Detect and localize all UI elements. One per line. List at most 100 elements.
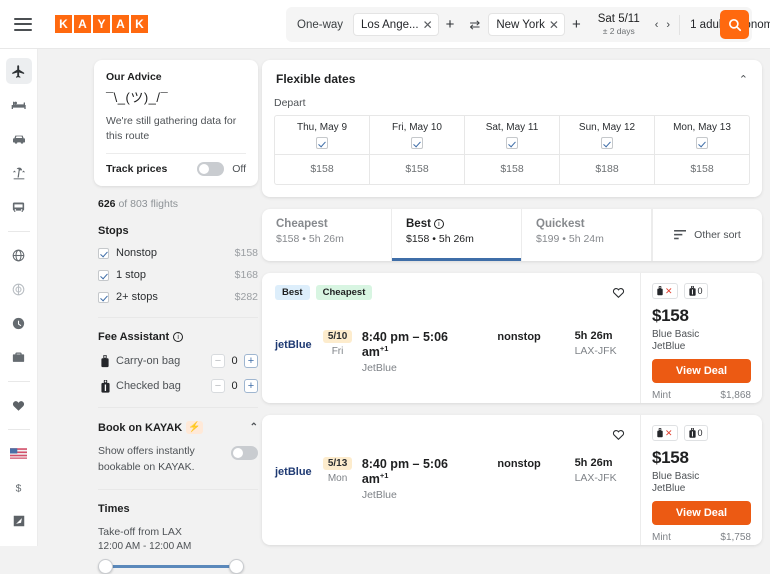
sidebar-item-buses[interactable] xyxy=(6,194,32,220)
sidebar-item-packages[interactable] xyxy=(6,160,32,186)
next-date-icon[interactable]: › xyxy=(666,19,670,31)
flight-stops-value: nonstop xyxy=(497,331,574,343)
flight-result-card[interactable]: Best Cheapest jetBlue 5/10 Fri 8:40 pm –… xyxy=(262,273,762,403)
info-icon[interactable]: i xyxy=(173,332,183,342)
sidebar-item-business[interactable] xyxy=(6,344,32,370)
flex-date-column[interactable]: Sat, May 11 $158 xyxy=(465,116,560,184)
checked-bag-increment-button[interactable]: + xyxy=(244,379,258,393)
carry-on-increment-button[interactable]: + xyxy=(244,354,258,368)
bag-badges: ✕ 0 xyxy=(652,425,751,441)
destination-field[interactable]: New York ✕ xyxy=(488,13,565,36)
clear-origin-icon[interactable]: ✕ xyxy=(423,19,433,31)
sidebar-item-flights[interactable] xyxy=(6,58,32,84)
our-advice-card: Our Advice ¯\_(ツ)_/¯ We're still gatheri… xyxy=(94,60,258,186)
badge-cheapest: Cheapest xyxy=(316,285,373,300)
view-deal-button[interactable]: View Deal xyxy=(652,501,751,525)
logo-letter: K xyxy=(55,15,72,33)
flex-date-column[interactable]: Fri, May 10 $158 xyxy=(370,116,465,184)
flex-date-checkbox[interactable] xyxy=(506,137,518,149)
flex-date-checkbox[interactable] xyxy=(601,137,613,149)
takeoff-time-slider[interactable] xyxy=(98,558,244,574)
tab-quickest[interactable]: Quickest $199 • 5h 24m xyxy=(522,209,652,261)
tab-cheapest[interactable]: Cheapest $158 • 5h 26m xyxy=(262,209,392,261)
flex-date-checkbox[interactable] xyxy=(696,137,708,149)
other-sort-button[interactable]: Other sort xyxy=(652,209,762,261)
upsell-row[interactable]: Mint $1,758 xyxy=(652,532,751,543)
flex-date-checkbox[interactable] xyxy=(411,137,423,149)
airline-logo: jetBlue xyxy=(275,457,315,478)
bus-icon xyxy=(11,200,26,215)
flex-date-price[interactable]: $158 xyxy=(465,155,559,184)
fee-assistant-label: Fee Assistant xyxy=(98,331,169,343)
sidebar-item-explore[interactable] xyxy=(6,242,32,268)
flex-date-column[interactable]: Thu, May 9 $158 xyxy=(275,116,370,184)
sort-lines-icon xyxy=(674,230,687,241)
carry-on-bag-row: Carry-on bag − 0 + xyxy=(98,354,258,368)
kayak-logo[interactable]: K A Y A K xyxy=(55,15,148,33)
flex-date-price[interactable]: $158 xyxy=(370,155,464,184)
stops-option-nonstop[interactable]: Nonstop $158 xyxy=(98,247,258,259)
sidebar-item-cars[interactable] xyxy=(6,126,32,152)
sort-tab-sub: $199 • 5h 24m xyxy=(536,233,651,245)
checked-bag-row: Checked bag − 0 + xyxy=(98,379,258,393)
flight-result-card[interactable]: jetBlue 5/13 Mon 8:40 pm – 5:06 am+1 Jet… xyxy=(262,415,762,545)
depart-label: Depart xyxy=(274,97,750,109)
date-field[interactable]: Sat 5/11 ± 2 days xyxy=(588,12,646,37)
book-on-kayak-row: Show offers instantly bookable on KAYAK. xyxy=(98,434,258,474)
origin-field[interactable]: Los Ange... ✕ xyxy=(353,13,439,36)
stops-option-2plus[interactable]: 2+ stops $282 xyxy=(98,291,258,303)
collapse-chevron-icon[interactable]: ⌃ xyxy=(250,422,258,433)
checked-bag-decrement-button[interactable]: − xyxy=(211,379,225,393)
search-button[interactable] xyxy=(720,10,749,39)
carry-on-decrement-button[interactable]: − xyxy=(211,354,225,368)
flex-date-price[interactable]: $158 xyxy=(655,155,749,184)
flight-price: $158 xyxy=(652,448,751,468)
save-flight-heart-icon[interactable] xyxy=(611,285,626,304)
stops-option-1stop[interactable]: 1 stop $168 xyxy=(98,269,258,281)
book-on-kayak-group: Book on KAYAK ⚡ ⌃ Show offers instantly … xyxy=(94,421,258,489)
checkbox-nonstop[interactable] xyxy=(98,248,109,259)
globe-icon xyxy=(11,248,26,263)
tab-best[interactable]: Best i $158 • 5h 26m xyxy=(392,209,522,261)
feedback-icon xyxy=(12,514,26,528)
add-destination-button[interactable]: + xyxy=(565,17,588,32)
checkbox-2-plus-stops[interactable] xyxy=(98,292,109,303)
sidebar-item-currency[interactable]: $ xyxy=(6,474,32,500)
add-origin-button[interactable]: + xyxy=(439,17,462,32)
flex-date-name: Mon, May 13 xyxy=(655,122,749,133)
logo-letter: A xyxy=(74,15,91,33)
checked-bag-badge: 0 xyxy=(684,283,708,299)
flex-date-price[interactable]: $188 xyxy=(560,155,654,184)
flex-date-column[interactable]: Mon, May 13 $158 xyxy=(655,116,749,184)
checked-bag-stepper: − 0 + xyxy=(211,379,258,393)
trip-type-selector[interactable]: One-way xyxy=(286,19,353,31)
upsell-row[interactable]: Mint $1,868 xyxy=(652,390,751,401)
flexible-dates-collapse-icon[interactable]: ⌃ xyxy=(739,73,748,86)
flex-date-checkbox[interactable] xyxy=(316,137,328,149)
main-content: Flexible dates ⌃ Depart Thu, May 9 $158 … xyxy=(262,60,762,545)
stops-price: $168 xyxy=(235,269,258,281)
book-on-kayak-label: Book on KAYAK xyxy=(98,422,182,434)
slider-handle-max[interactable] xyxy=(229,559,244,574)
save-flight-heart-icon[interactable] xyxy=(611,427,626,446)
slider-handle-min[interactable] xyxy=(98,559,113,574)
times-title: Times xyxy=(98,503,258,515)
hamburger-menu-icon[interactable] xyxy=(14,18,32,31)
checkbox-1-stop[interactable] xyxy=(98,270,109,281)
sidebar-item-favorites[interactable] xyxy=(6,392,32,418)
view-deal-button[interactable]: View Deal xyxy=(652,359,751,383)
prev-date-icon[interactable]: ‹ xyxy=(655,19,659,31)
sidebar-item-feedback[interactable] xyxy=(6,508,32,534)
flex-date-price[interactable]: $158 xyxy=(275,155,369,184)
sidebar-item-history[interactable] xyxy=(6,310,32,336)
sidebar-item-discover[interactable] xyxy=(6,276,32,302)
flex-date-column[interactable]: Sun, May 12 $188 xyxy=(560,116,655,184)
flight-time-range-wrap: 8:40 pm – 5:06 am+1 xyxy=(362,330,460,359)
clear-destination-icon[interactable]: ✕ xyxy=(549,19,559,31)
sidebar-item-stays[interactable] xyxy=(6,92,32,118)
sidebar-item-region[interactable] xyxy=(6,440,32,466)
track-prices-toggle[interactable] xyxy=(197,162,224,176)
info-icon[interactable]: i xyxy=(434,219,444,229)
book-on-kayak-toggle[interactable] xyxy=(231,446,258,460)
swap-airports-icon[interactable]: ⇄ xyxy=(461,17,488,33)
